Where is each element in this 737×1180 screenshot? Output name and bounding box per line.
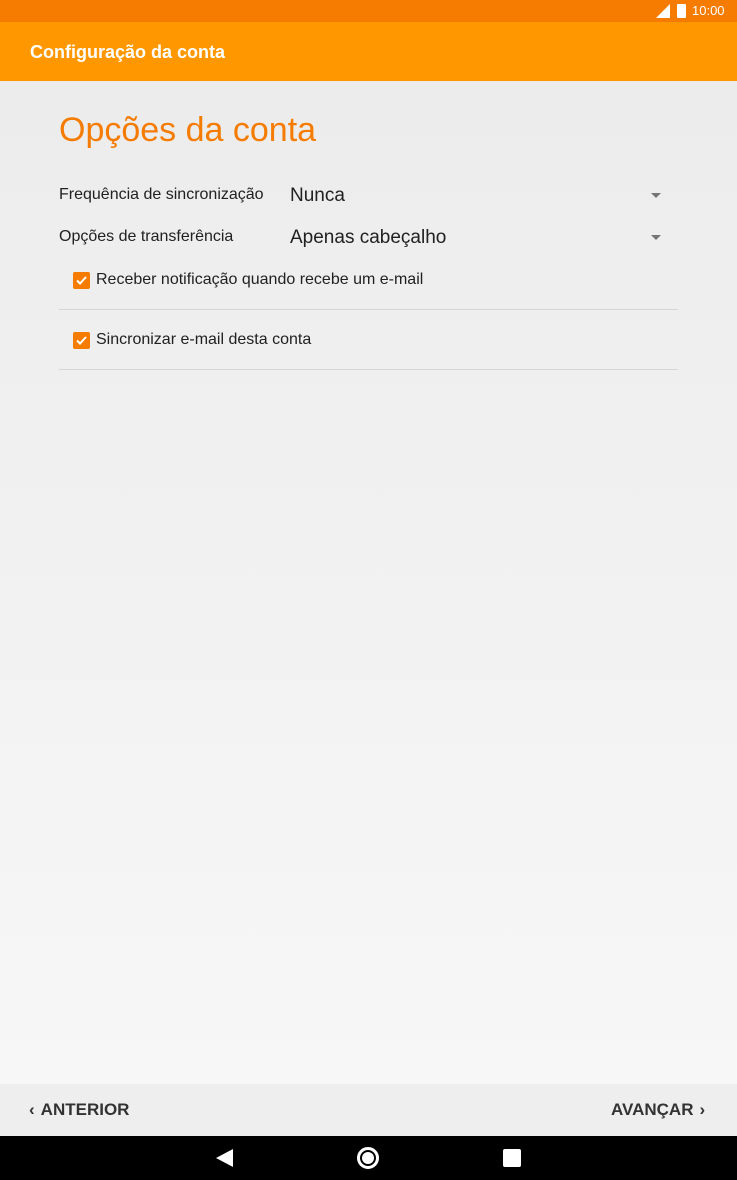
notify-checkbox-row[interactable]: Receber notificação quando recebe um e-m… [73, 269, 423, 291]
recent-apps-icon[interactable] [503, 1149, 521, 1167]
home-icon[interactable] [357, 1147, 379, 1169]
notify-checkbox[interactable] [73, 271, 90, 289]
signal-icon [656, 4, 670, 18]
previous-button-label: ANTERIOR [40, 1100, 130, 1119]
next-button-label: AVANÇAR [611, 1100, 694, 1119]
sync-frequency-label: Frequência de sincronização [59, 186, 264, 203]
dropdown-arrow-icon[interactable] [651, 235, 661, 240]
check-icon [76, 335, 87, 345]
sync-email-checkbox-label: Sincronizar e-mail desta conta [96, 331, 312, 348]
previous-button[interactable]: ‹ ANTERIOR [29, 1100, 129, 1120]
chevron-right-icon: › [699, 1100, 706, 1119]
app-bar-title: Configuração da conta [30, 42, 226, 62]
chevron-left-icon: ‹ [29, 1100, 35, 1119]
check-icon [76, 275, 87, 285]
notify-checkbox-label: Receber notificação quando recebe um e-m… [96, 271, 424, 288]
sync-email-checkbox-row[interactable]: Sincronizar e-mail desta conta [73, 329, 311, 351]
transfer-options-label: Opções de transferência [59, 228, 234, 245]
divider [59, 369, 678, 370]
battery-icon [677, 4, 686, 18]
next-button[interactable]: AVANÇAR › [611, 1100, 705, 1120]
sync-email-checkbox[interactable] [73, 331, 90, 349]
sync-frequency-select[interactable]: Nunca [290, 185, 345, 207]
back-icon[interactable] [216, 1149, 234, 1167]
content-area: Opções da conta Frequência de sincroniza… [0, 81, 737, 1084]
dropdown-arrow-icon[interactable] [651, 193, 661, 198]
bottom-navigation-bar: ‹ ANTERIOR AVANÇAR › [0, 1084, 737, 1136]
system-navigation-bar [0, 1136, 737, 1180]
page-title: Opções da conta [59, 111, 317, 149]
status-bar: 10:00 [0, 0, 737, 22]
divider [59, 309, 678, 310]
app-bar: Configuração da conta [0, 22, 737, 81]
transfer-options-select[interactable]: Apenas cabeçalho [290, 227, 446, 249]
status-time: 10:00 [692, 3, 725, 18]
